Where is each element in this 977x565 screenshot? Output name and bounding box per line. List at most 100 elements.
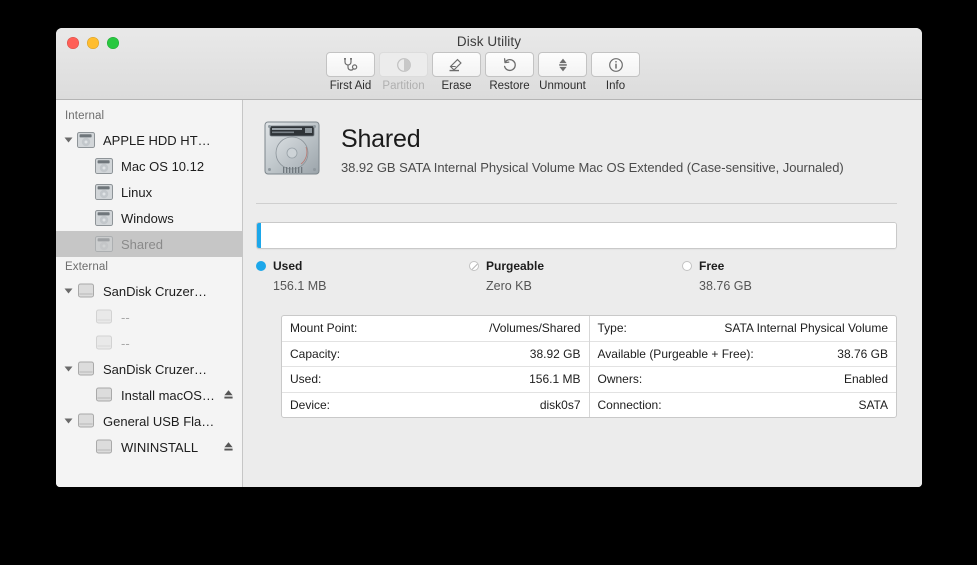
disclosure-triangle-icon[interactable] <box>60 365 76 373</box>
sidebar-item-label: Shared <box>121 236 163 252</box>
info-value: /Volumes/Shared <box>489 321 581 336</box>
volume-name: Shared <box>341 125 421 154</box>
disclosure-triangle-icon[interactable] <box>60 287 76 295</box>
info-key: Device: <box>290 397 331 412</box>
info-row: Mount Point: /Volumes/Shared <box>282 316 589 342</box>
info-button[interactable] <box>591 52 640 77</box>
info-value: disk0s7 <box>539 397 581 412</box>
restore-button[interactable] <box>485 52 534 77</box>
window-title: Disk Utility <box>456 34 522 49</box>
info-circle-icon <box>608 57 624 73</box>
info-row: Available (Purgeable + Free): 38.76 GB <box>589 342 896 367</box>
partition-button <box>379 52 428 77</box>
sidebar-item-wininstall[interactable]: WININSTALL <box>56 434 242 460</box>
sidebar-item-label: SanDisk Cruzer… <box>103 283 208 299</box>
toolbar-item-erase[interactable]: Erase <box>432 52 481 92</box>
info-row: Connection: SATA <box>590 393 897 418</box>
info-label: Info <box>605 80 626 92</box>
external-drive-icon <box>76 360 96 378</box>
legend-label: Used <box>273 259 303 273</box>
sidebar-item-[interactable]: -- <box>56 304 242 330</box>
legend-swatch-free-icon <box>682 261 692 271</box>
legend-value: Zero KB <box>486 279 532 293</box>
toolbar: First Aid Partition Erase Restore Unmoun… <box>326 52 640 92</box>
sidebar-item-label: General USB Fla… <box>103 413 215 429</box>
toolbar-item-unmount[interactable]: Unmount <box>538 52 587 92</box>
sidebar-item-windows[interactable]: Windows <box>56 205 242 231</box>
sidebar-item-install-macos[interactable]: Install macOS… <box>56 382 242 408</box>
info-value: Enabled <box>843 372 888 387</box>
toolbar-item-first-aid[interactable]: First Aid <box>326 52 375 92</box>
capacity-bar[interactable] <box>256 222 897 249</box>
undo-arrow-icon <box>502 57 518 73</box>
sidebar-item-shared[interactable]: Shared <box>56 231 242 257</box>
hard-drive-icon <box>261 117 323 184</box>
sidebar-item-label: Windows <box>121 210 174 226</box>
external-drive-icon <box>94 438 114 456</box>
unmount-button[interactable] <box>538 52 587 77</box>
legend-value: 156.1 MB <box>273 279 327 293</box>
info-key: Owners: <box>597 372 643 387</box>
sidebar-item-sandisk-cruzer[interactable]: SanDisk Cruzer… <box>56 278 242 304</box>
sidebar-item-mac-os-10-12[interactable]: Mac OS 10.12 <box>56 153 242 179</box>
legend-swatch-used-icon <box>256 261 266 271</box>
capacity-bar-wrap <box>243 204 922 249</box>
sidebar-item-label: Linux <box>121 184 153 200</box>
partition-label: Partition <box>382 80 425 92</box>
external-drive-icon <box>94 386 114 404</box>
legend-label: Purgeable <box>486 259 545 273</box>
sidebar-item-sandisk-cruzer[interactable]: SanDisk Cruzer… <box>56 356 242 382</box>
info-table-wrap: Mount Point: /Volumes/Shared Capacity: 38.9… <box>243 293 922 418</box>
sidebar-item-[interactable]: -- <box>56 330 242 356</box>
legend-label: Free <box>699 259 725 273</box>
disk-utility-window: Disk Utility First Aid Partition Erase R… <box>56 28 922 487</box>
info-key: Connection: <box>597 397 662 412</box>
sidebar-item-linux[interactable]: Linux <box>56 179 242 205</box>
sidebar-item-label: APPLE HDD HT… <box>103 132 211 148</box>
eject-icon[interactable] <box>223 389 236 401</box>
unmount-label: Unmount <box>539 80 586 92</box>
info-table-left-column: Mount Point: /Volumes/Shared Capacity: 38.9… <box>282 316 590 417</box>
first-aid-button[interactable] <box>326 52 375 77</box>
screen: Disk Utility First Aid Partition Erase R… <box>0 0 977 565</box>
external-drive-icon <box>76 282 96 300</box>
sidebar-item-apple-hdd-ht[interactable]: APPLE HDD HT… <box>56 127 242 153</box>
disclosure-triangle-icon[interactable] <box>60 136 76 144</box>
volume-header: Shared 38.92 GB SATA Internal Physical V… <box>243 100 922 184</box>
legend-value: 38.76 GB <box>699 279 752 293</box>
restore-label: Restore <box>489 80 530 92</box>
info-key: Capacity: <box>290 346 341 361</box>
info-value: 156.1 MB <box>529 372 581 387</box>
toolbar-item-restore[interactable]: Restore <box>485 52 534 92</box>
info-value: 38.76 GB <box>837 346 888 361</box>
volume-subtitle: 38.92 GB SATA Internal Physical Volume M… <box>341 159 844 175</box>
sidebar-section-header: External <box>65 261 108 273</box>
sidebar[interactable]: Internal APPLE HDD HT… Mac OS 10.12 Linux Wi… <box>56 100 243 487</box>
info-row: Device: disk0s7 <box>282 393 589 418</box>
disclosure-triangle-icon[interactable] <box>60 417 76 425</box>
info-value: SATA <box>858 397 888 412</box>
capacity-legend: Used 156.1 MB Purgeable Zero KB Free 38.76 GB <box>243 249 922 293</box>
sidebar-item-label: SanDisk Cruzer… <box>103 361 208 377</box>
info-table: Mount Point: /Volumes/Shared Capacity: 38.9… <box>281 315 897 418</box>
internal-drive-icon <box>94 209 114 227</box>
toolbar-item-info[interactable]: Info <box>591 52 640 92</box>
volume-text: Shared 38.92 GB SATA Internal Physical V… <box>341 125 844 175</box>
window-body: Internal APPLE HDD HT… Mac OS 10.12 Linux Wi… <box>56 100 922 487</box>
info-key: Mount Point: <box>290 321 358 336</box>
eject-icon[interactable] <box>223 441 236 453</box>
erase-button[interactable] <box>432 52 481 77</box>
sidebar-item-label: WININSTALL <box>121 439 199 455</box>
info-row: Type: SATA Internal Physical Volume <box>589 316 896 342</box>
pie-chart-icon <box>396 57 412 73</box>
legend-swatch-purge-icon <box>469 261 479 271</box>
external-drive-icon <box>94 308 114 326</box>
legend-item: Free 38.76 GB <box>682 259 895 293</box>
external-drive-icon <box>76 412 96 430</box>
info-row: Used: 156.1 MB <box>282 367 589 393</box>
info-key: Used: <box>290 372 322 387</box>
sidebar-item-general-usb-fla[interactable]: General USB Fla… <box>56 408 242 434</box>
erase-label: Erase <box>441 80 472 92</box>
detail-pane: Shared 38.92 GB SATA Internal Physical V… <box>243 100 922 487</box>
stethoscope-icon <box>342 57 359 72</box>
